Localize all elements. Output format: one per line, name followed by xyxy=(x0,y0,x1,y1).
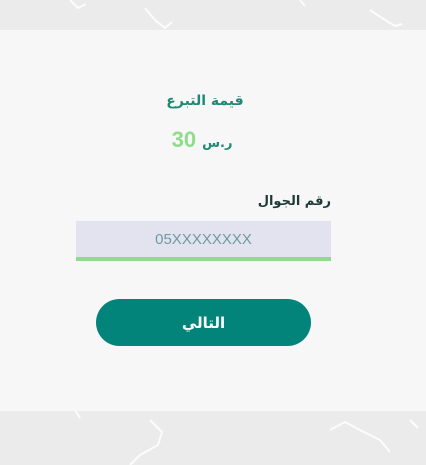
currency-label: ر.س xyxy=(202,136,233,151)
donation-amount-row: ر.س 30 xyxy=(0,127,404,153)
donation-card: قيمة التبرع ر.س 30 رقم الجوال التالي xyxy=(0,30,426,411)
phone-input[interactable] xyxy=(76,221,331,261)
phone-field-label: رقم الجوال xyxy=(257,194,331,209)
donation-amount-value: 30 xyxy=(171,127,197,152)
next-button[interactable]: التالي xyxy=(96,299,311,346)
donation-amount-label: قيمة التبرع xyxy=(166,93,244,109)
